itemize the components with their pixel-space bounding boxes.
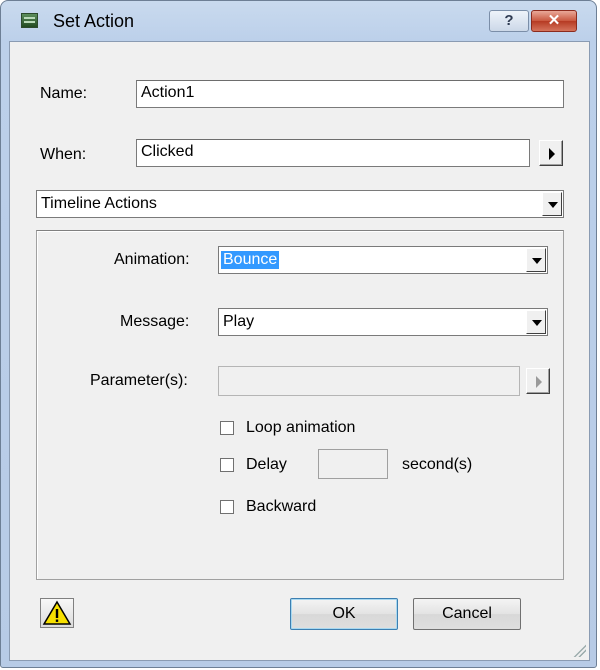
when-picker-button[interactable] [539, 140, 563, 166]
warning-button[interactable] [40, 598, 74, 628]
action-category-select[interactable]: Timeline Actions [36, 190, 564, 218]
when-input[interactable]: Clicked [136, 139, 530, 167]
app-icon [21, 13, 38, 28]
set-action-dialog: Set Action ? ✕ Name: Action1 When: Click… [0, 0, 597, 668]
animation-select[interactable]: Bounce [218, 246, 548, 274]
chevron-down-icon[interactable] [542, 192, 562, 216]
loop-animation-option[interactable]: Loop animation [220, 419, 355, 437]
delay-checkbox[interactable] [220, 458, 234, 472]
delay-unit-label: second(s) [402, 456, 473, 473]
message-label: Message: [120, 313, 190, 330]
animation-value: Bounce [221, 251, 280, 269]
chevron-down-icon[interactable] [526, 248, 546, 272]
animation-label: Animation: [114, 251, 190, 268]
parameters-label: Parameter(s): [90, 372, 188, 389]
backward-option[interactable]: Backward [220, 498, 316, 516]
name-input[interactable]: Action1 [136, 80, 564, 108]
resize-grip-icon[interactable] [572, 643, 586, 657]
message-select[interactable]: Play [218, 308, 548, 336]
action-category-value: Timeline Actions [41, 195, 157, 212]
backward-label: Backward [246, 498, 317, 515]
delay-option[interactable]: Delay [220, 456, 287, 474]
warning-icon [42, 600, 72, 625]
parameters-input[interactable] [218, 366, 520, 396]
chevron-down-icon[interactable] [526, 310, 546, 334]
ok-button[interactable]: OK [290, 598, 398, 630]
delay-label: Delay [246, 456, 287, 473]
dialog-client-area: Name: Action1 When: Clicked Timeline Act… [9, 41, 590, 661]
when-label: When: [40, 146, 87, 163]
close-button[interactable]: ✕ [531, 10, 577, 32]
loop-animation-label: Loop animation [246, 419, 356, 436]
name-label: Name: [40, 85, 88, 102]
cancel-button[interactable]: Cancel [413, 598, 521, 630]
help-button[interactable]: ? [489, 10, 529, 32]
loop-animation-checkbox[interactable] [220, 421, 234, 435]
timeline-actions-panel [36, 230, 564, 580]
window-title: Set Action [53, 11, 135, 31]
triangle-right-icon [549, 148, 555, 160]
backward-checkbox[interactable] [220, 500, 234, 514]
title-bar[interactable]: Set Action ? ✕ [1, 1, 596, 41]
parameters-picker-button[interactable] [526, 368, 550, 394]
triangle-right-icon [536, 376, 542, 388]
message-value: Play [223, 313, 255, 330]
delay-seconds-input[interactable] [318, 449, 388, 479]
